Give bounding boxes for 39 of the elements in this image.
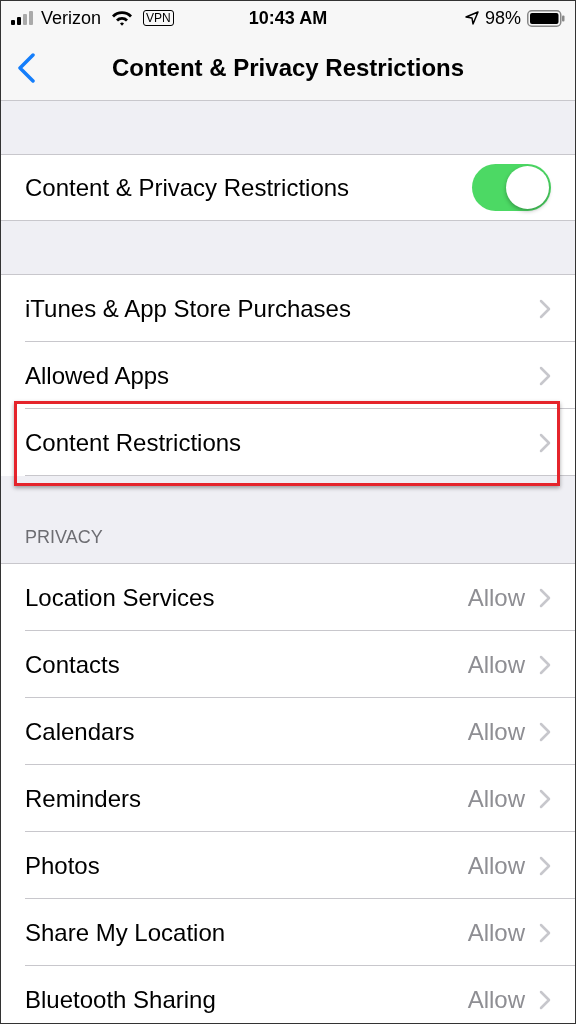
row-label: Photos xyxy=(25,850,100,881)
section-header: PRIVACY xyxy=(25,526,103,549)
row-label: Content Restrictions xyxy=(25,427,242,458)
row-label: Content & Privacy Restrictions xyxy=(25,172,350,203)
wifi-icon xyxy=(111,10,134,26)
status-time: 10:43 AM xyxy=(248,6,328,30)
row-label: Calendars xyxy=(25,716,135,747)
row-value: Allow xyxy=(467,984,525,1015)
row-label: Share My Location xyxy=(25,917,226,948)
nav-title: Content & Privacy Restrictions xyxy=(111,52,465,83)
chevron-icon xyxy=(539,587,551,608)
row-label: Contacts xyxy=(25,649,120,680)
chevron-icon xyxy=(539,922,551,943)
location-arrow-icon xyxy=(464,11,479,25)
row-value: Allow xyxy=(467,649,525,680)
battery-percent: 98% xyxy=(484,6,521,30)
chevron-icon xyxy=(539,721,551,742)
row-label: iTunes & App Store Purchases xyxy=(25,293,351,324)
row-value: Allow xyxy=(467,716,525,747)
chevron-icon xyxy=(539,989,551,1010)
row-label: Allowed Apps xyxy=(25,360,170,391)
back-chevron-icon xyxy=(17,52,35,83)
row-label: Reminders xyxy=(25,783,142,814)
chevron-icon xyxy=(539,365,551,386)
vpn-badge: VPN xyxy=(143,10,174,26)
chevron-icon xyxy=(539,432,551,453)
chevron-icon xyxy=(539,298,551,319)
row-value: Allow xyxy=(467,582,525,613)
carrier-name: Verizon xyxy=(41,6,102,30)
chevron-icon xyxy=(539,654,551,675)
row-label: Location Services xyxy=(25,582,215,613)
row-value: Allow xyxy=(467,917,525,948)
toggle-switch[interactable] xyxy=(472,164,551,211)
row-label: Bluetooth Sharing xyxy=(25,984,216,1015)
row-value: Allow xyxy=(467,850,525,881)
chevron-icon xyxy=(539,788,551,809)
chevron-icon xyxy=(539,855,551,876)
battery-icon xyxy=(527,9,565,27)
row-value: Allow xyxy=(467,783,525,814)
